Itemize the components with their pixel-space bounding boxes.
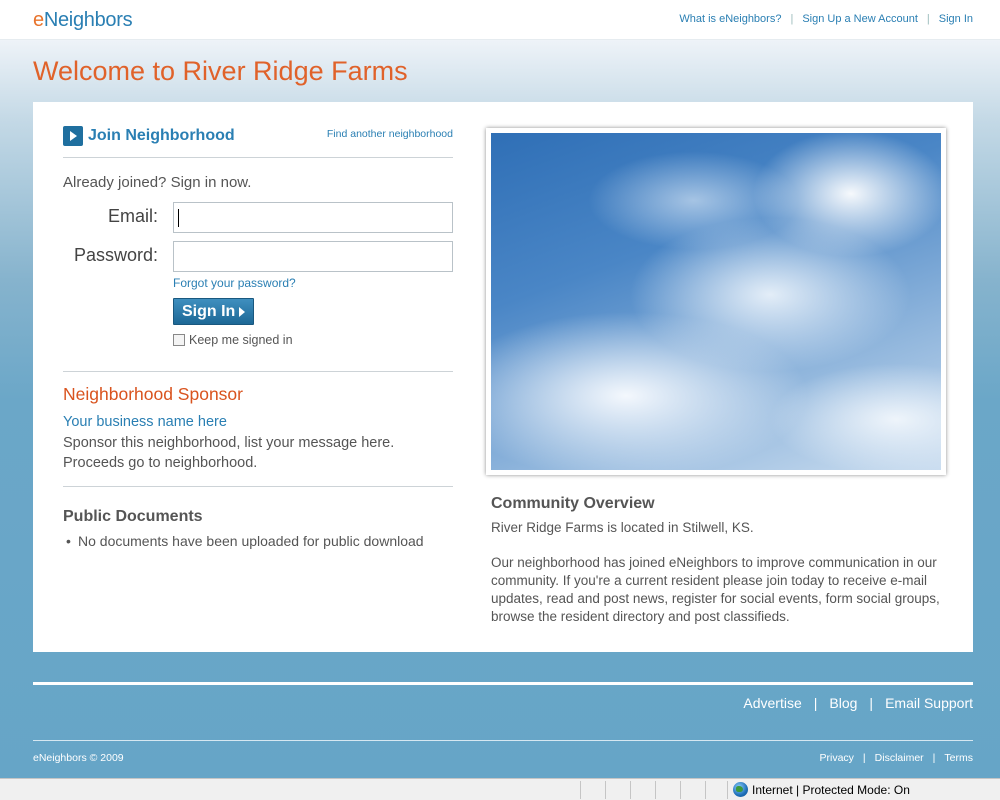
email-field[interactable] — [173, 202, 453, 233]
legal-separator: | — [932, 752, 936, 764]
privacy-link[interactable]: Privacy — [819, 752, 853, 764]
community-overview-heading: Community Overview — [491, 495, 655, 512]
legal-links: Privacy | Disclaimer | Terms — [819, 752, 973, 764]
status-divider — [680, 781, 681, 799]
join-neighborhood-row: Join Neighborhood Find another neighborh… — [63, 126, 453, 158]
top-nav: What is eNeighbors? | Sign Up a New Acco… — [679, 13, 973, 25]
find-another-neighborhood-link[interactable]: Find another neighborhood — [327, 128, 453, 140]
footer-links: Advertise | Blog | Email Support — [743, 695, 973, 711]
sponsor-heading: Neighborhood Sponsor — [63, 384, 243, 404]
footer-separator: | — [869, 695, 874, 711]
text-cursor — [178, 209, 179, 227]
sign-in-intro: Already joined? Sign in now. — [63, 174, 252, 191]
sky-photo-frame — [486, 128, 946, 475]
join-neighborhood-link[interactable]: Join Neighborhood — [88, 127, 235, 145]
status-divider — [705, 781, 706, 799]
sign-in-link[interactable]: Sign In — [939, 13, 973, 25]
top-nav-separator: | — [926, 13, 930, 25]
top-bar: eNeighbors What is eNeighbors? | Sign Up… — [0, 0, 1000, 40]
community-location: River Ridge Farms is located in Stilwell… — [491, 520, 754, 535]
what-is-eneighbors-link[interactable]: What is eNeighbors? — [679, 13, 781, 25]
status-divider — [605, 781, 606, 799]
sky-clouds-photo — [491, 133, 941, 470]
eneighbors-logo[interactable]: eNeighbors — [33, 9, 133, 32]
password-label: Password: — [73, 245, 158, 265]
community-description: Our neighborhood has joined eNeighbors t… — [491, 555, 940, 624]
sign-up-link[interactable]: Sign Up a New Account — [802, 13, 918, 25]
status-divider — [727, 781, 728, 799]
footer-divider — [33, 740, 973, 741]
copyright: eNeighbors © 2009 — [33, 752, 124, 764]
sign-in-button[interactable]: Sign In — [173, 298, 254, 325]
main-card: Join Neighborhood Find another neighborh… — [33, 102, 973, 652]
status-divider — [630, 781, 631, 799]
keep-signed-in-label[interactable]: Keep me signed in — [189, 333, 293, 347]
disclaimer-link[interactable]: Disclaimer — [875, 752, 924, 764]
top-nav-separator: | — [790, 13, 794, 25]
sponsor-business-link[interactable]: Your business name here — [63, 414, 227, 430]
forgot-password-link[interactable]: Forgot your password? — [173, 276, 296, 290]
internet-globe-icon — [733, 782, 748, 797]
keep-signed-in-checkbox[interactable] — [173, 334, 185, 346]
footer-divider — [33, 682, 973, 685]
email-support-link[interactable]: Email Support — [885, 695, 973, 711]
advertise-link[interactable]: Advertise — [743, 695, 801, 711]
footer-separator: | — [813, 695, 818, 711]
status-divider — [655, 781, 656, 799]
logo-text: Neighbors — [43, 9, 133, 31]
security-zone-text[interactable]: Internet | Protected Mode: On — [752, 783, 910, 797]
password-field[interactable] — [173, 241, 453, 272]
bullet: • — [66, 533, 71, 549]
page-title: Welcome to River Ridge Farms — [33, 56, 408, 86]
divider — [63, 486, 453, 487]
terms-link[interactable]: Terms — [944, 752, 973, 764]
no-documents-text: No documents have been uploaded for publ… — [78, 533, 424, 549]
browser-status-bar: Internet | Protected Mode: On — [0, 778, 1000, 800]
legal-separator: | — [862, 752, 866, 764]
blog-link[interactable]: Blog — [829, 695, 857, 711]
logo-e: e — [33, 9, 44, 31]
divider — [63, 371, 453, 372]
status-divider — [580, 781, 581, 799]
public-documents-heading: Public Documents — [63, 508, 203, 525]
list-item: • No documents have been uploaded for pub… — [63, 533, 424, 549]
sponsor-text: Sponsor this neighborhood, list your mes… — [63, 435, 395, 471]
join-arrow-icon[interactable] — [63, 126, 83, 146]
email-label: Email: — [107, 206, 158, 226]
